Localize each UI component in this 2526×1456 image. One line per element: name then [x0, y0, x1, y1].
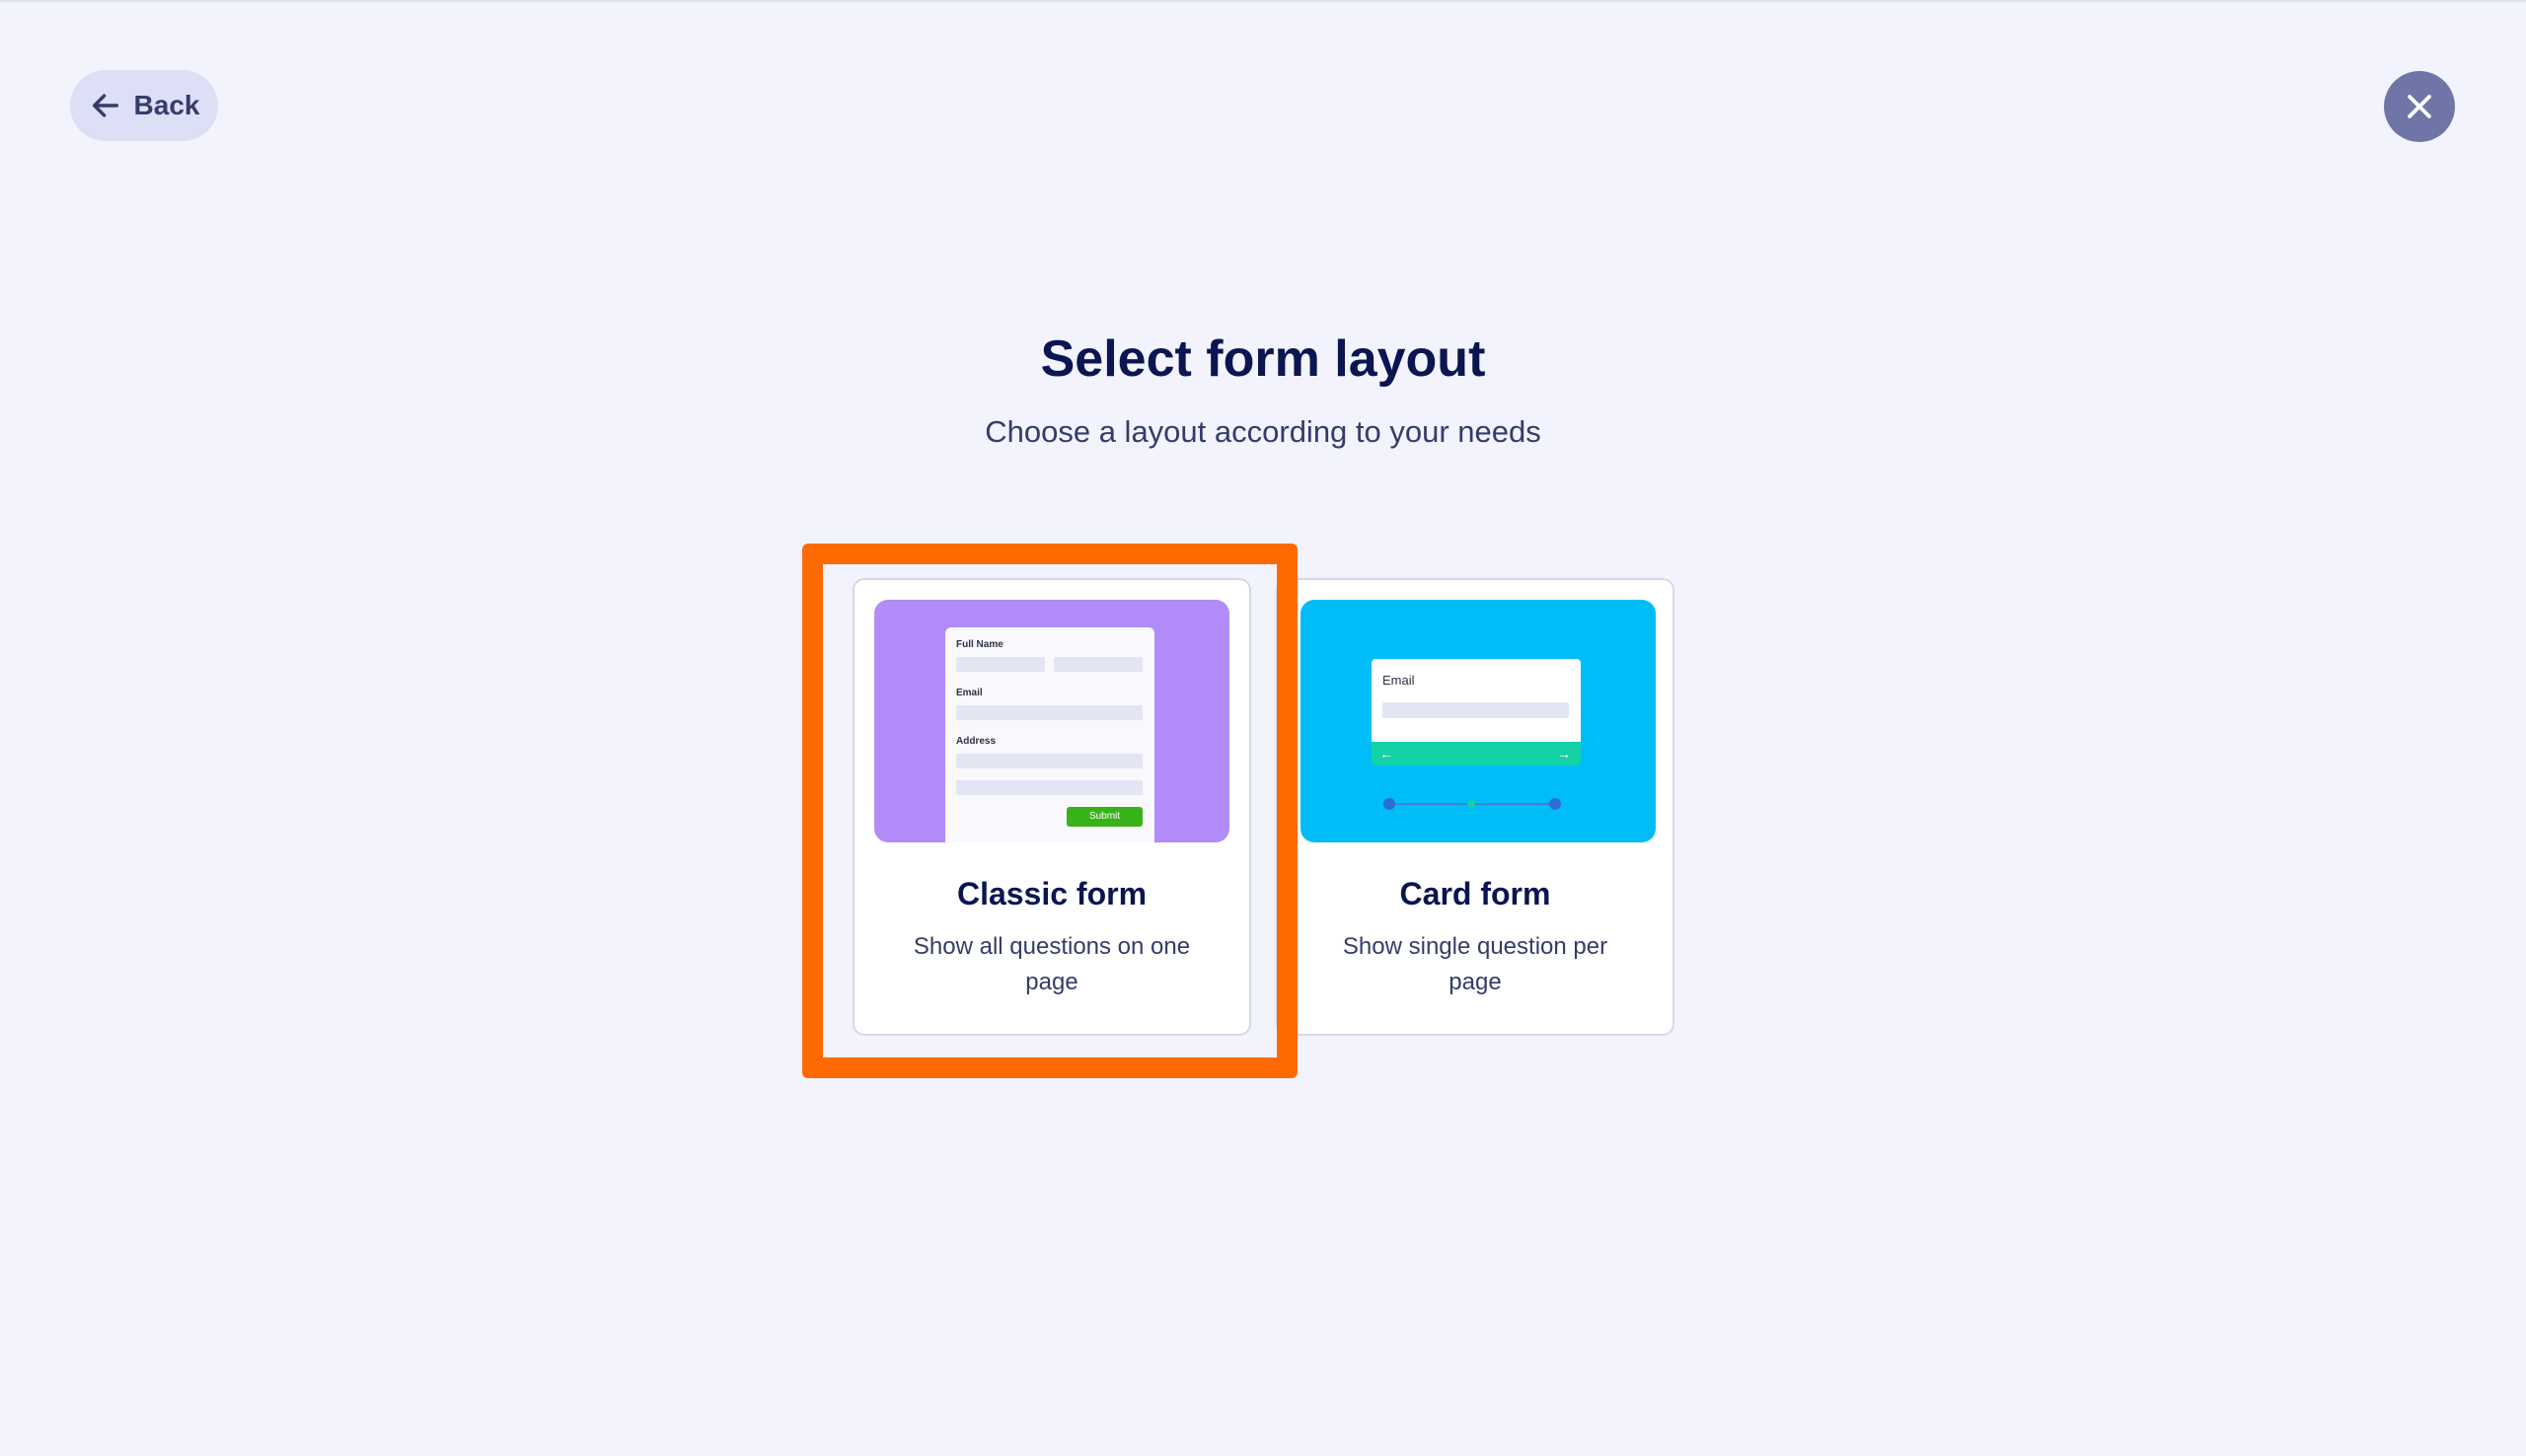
close-icon — [2408, 95, 2431, 118]
mini-progress-dot — [1549, 798, 1561, 810]
mini-form-sheet: Full Name Email Address Submit — [945, 627, 1154, 842]
top-divider — [0, 0, 2526, 2]
mini-field-label: Email — [1382, 673, 1415, 688]
page-subtitle: Choose a layout according to your needs — [985, 414, 1541, 449]
layout-card-card-form[interactable]: Email ← → Card form Show single question… — [1276, 578, 1674, 1036]
mini-input-bar — [1382, 702, 1569, 718]
mini-field-label: Full Name — [956, 639, 1003, 650]
classic-form-preview: Full Name Email Address Submit — [874, 600, 1229, 842]
mini-input-bar — [956, 754, 1143, 768]
mini-prev-arrow-icon: ← — [1379, 746, 1393, 762]
mini-input-bar — [1054, 657, 1143, 672]
mini-progress-dot — [1383, 798, 1395, 810]
page-title: Select form layout — [1040, 330, 1486, 388]
mini-input-bar — [956, 705, 1143, 720]
mini-nav-bar: ← → — [1372, 742, 1581, 765]
mini-next-arrow-icon: → — [1557, 746, 1571, 762]
back-button-label: Back — [133, 90, 200, 120]
close-button[interactable] — [2384, 71, 2455, 142]
mini-card-sheet: Email — [1372, 659, 1581, 742]
layout-card-classic[interactable]: Full Name Email Address Submit Classic f… — [853, 578, 1251, 1036]
back-button[interactable]: Back — [70, 70, 218, 141]
mini-progress-dot — [1467, 800, 1475, 808]
mini-input-bar — [956, 657, 1045, 672]
card-form-preview: Email ← → — [1300, 600, 1656, 842]
layout-card-description: Show all questions on one page — [913, 933, 1191, 995]
mini-input-bar — [956, 780, 1143, 795]
mini-field-label: Address — [956, 736, 997, 747]
arrow-left-icon — [92, 94, 118, 117]
layout-card-title: Card form — [1399, 876, 1551, 911]
layout-card-description: Show single question per page — [1342, 933, 1608, 995]
layout-card-title: Classic form — [956, 876, 1148, 911]
mini-field-label: Email — [956, 688, 983, 698]
mini-submit-button: Submit — [1067, 807, 1143, 827]
